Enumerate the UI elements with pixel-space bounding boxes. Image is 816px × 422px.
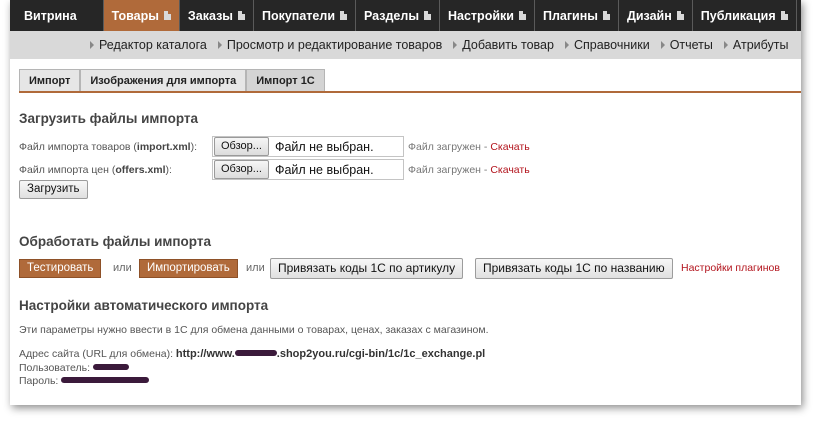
page-icon bbox=[602, 11, 610, 20]
app-window: Витрина Товары Заказы Покупатели Разделы Наст… bbox=[10, 0, 801, 405]
goods-status-text: Файл загружен - bbox=[408, 141, 491, 153]
topnav-item-6[interactable]: Плагины bbox=[535, 0, 619, 31]
subnav-item-0[interactable]: Редактор каталога bbox=[90, 38, 207, 52]
topnav-label: Дизайн bbox=[626, 8, 672, 23]
redacted-subdomain bbox=[234, 350, 277, 357]
subnav-item-3[interactable]: Справочники bbox=[564, 38, 650, 52]
goods-label-prefix: Файл импорта товаров ( bbox=[19, 141, 137, 153]
arrow-right-icon bbox=[90, 41, 94, 49]
goods-file-status-text: Файл не выбран. bbox=[274, 139, 374, 154]
exchange-url-line: Адрес сайта (URL для обмена): http://www… bbox=[19, 348, 485, 360]
page-icon bbox=[237, 11, 245, 20]
subnav-item-2[interactable]: Добавить товар bbox=[453, 38, 554, 52]
topnav-item-4[interactable]: Разделы bbox=[356, 0, 440, 31]
page-icon bbox=[676, 11, 684, 20]
prices-download-link[interactable]: Скачать bbox=[490, 164, 529, 176]
page-icon bbox=[424, 11, 431, 20]
topnav-item-7[interactable]: Дизайн bbox=[619, 0, 693, 31]
arrow-right-icon bbox=[217, 41, 222, 49]
topnav-item-8[interactable]: Публикация bbox=[693, 0, 797, 31]
topnav-label: Плагины bbox=[542, 8, 598, 23]
exchange-url: http://www. .shop2you.ru/cgi-bin/1c/1c_ex… bbox=[176, 348, 485, 360]
topnav-label: Товары bbox=[111, 8, 159, 23]
page-icon bbox=[780, 11, 788, 20]
tab-1[interactable]: Изображения для импорта bbox=[80, 69, 247, 92]
tab-2[interactable]: Импорт 1С bbox=[246, 69, 325, 92]
subnav-label: Редактор каталога bbox=[99, 38, 207, 52]
password-line: Пароль: bbox=[19, 375, 150, 387]
prices-file-status: Файл загружен - Скачать bbox=[408, 164, 530, 176]
user-line: Пользователь: bbox=[19, 362, 129, 374]
bind-by-name-button[interactable]: Привязать коды 1С по названию bbox=[475, 258, 673, 279]
prices-status-text: Файл загружен - bbox=[408, 164, 491, 176]
goods-file-status: Файл загружен - Скачать bbox=[408, 141, 530, 153]
bind-by-article-button[interactable]: Привязать коды 1С по артикулу bbox=[270, 258, 464, 279]
auto-description: Эти параметры нужно ввести в 1С для обме… bbox=[19, 324, 489, 336]
subnav-label: Справочники bbox=[573, 38, 650, 52]
prices-label-file: offers.xml bbox=[115, 164, 166, 176]
redacted-password bbox=[61, 377, 150, 384]
topnav-item-3[interactable]: Покупатели bbox=[254, 0, 356, 31]
auto-section-title: Настройки автоматического импорта bbox=[19, 298, 269, 313]
url-suffix: .shop2you.ru/cgi-bin/1c/1c_exchange.pl bbox=[276, 348, 486, 360]
prices-label-prefix: Файл импорта цен ( bbox=[19, 164, 116, 176]
arrow-right-icon bbox=[453, 41, 458, 49]
redacted-user bbox=[92, 364, 129, 371]
upload-section-title: Загрузить файлы импорта bbox=[19, 111, 199, 126]
test-button[interactable]: Тестировать bbox=[19, 259, 102, 278]
prices-file-label: Файл импорта цен (offers.xml): bbox=[19, 164, 172, 176]
topnav-label: Заказы bbox=[187, 8, 233, 23]
prices-file-input[interactable]: Обзор... Файл не выбран. bbox=[212, 159, 404, 180]
topnav-label: Покупатели bbox=[261, 8, 335, 23]
goods-browse-button[interactable]: Обзор... bbox=[214, 137, 269, 156]
prices-browse-button[interactable]: Обзор... bbox=[214, 160, 269, 179]
topnav-item-1[interactable]: Товары bbox=[103, 0, 180, 31]
upload-button[interactable]: Загрузить bbox=[19, 180, 88, 199]
tab-underline bbox=[19, 91, 801, 93]
goods-download-link[interactable]: Скачать bbox=[490, 141, 529, 153]
subnav-label: Атрибуты bbox=[732, 38, 789, 52]
import-button[interactable]: Импортировать bbox=[139, 259, 238, 278]
topnav-item-0[interactable]: Витрина bbox=[10, 0, 104, 31]
topnav-item-2[interactable]: Заказы bbox=[180, 0, 254, 31]
site-label: Адрес сайта (URL для обмена): bbox=[19, 348, 176, 360]
url-prefix: http://www. bbox=[175, 348, 235, 360]
topnav-item-9[interactable]: Польз bbox=[797, 0, 801, 31]
subnav-item-1[interactable]: Просмотр и редактирование товаров bbox=[217, 38, 443, 52]
subnav-item-4[interactable]: Отчеты bbox=[660, 38, 713, 52]
subnav-label: Отчеты bbox=[669, 38, 713, 52]
tab-0[interactable]: Импорт bbox=[19, 69, 81, 92]
subnav-item-5[interactable]: Атрибуты bbox=[723, 38, 789, 52]
sub-navigation: Редактор каталога Просмотр и редактирован… bbox=[10, 31, 801, 59]
page-icon bbox=[518, 11, 526, 20]
goods-file-input[interactable]: Обзор... Файл не выбран. bbox=[212, 136, 404, 157]
or-text-2: или bbox=[246, 262, 265, 274]
prices-file-status-text: Файл не выбран. bbox=[274, 162, 374, 177]
goods-file-label: Файл импорта товаров (import.xml): bbox=[19, 141, 197, 153]
plugin-settings-link[interactable]: Настройки плагинов bbox=[681, 262, 780, 274]
prices-label-suffix: ): bbox=[165, 164, 172, 176]
top-navigation: Витрина Товары Заказы Покупатели Разделы Наст… bbox=[10, 0, 801, 31]
process-section-title: Обработать файлы импорта bbox=[19, 234, 211, 249]
arrow-right-icon bbox=[564, 41, 569, 49]
subnav-label: Просмотр и редактирование товаров bbox=[226, 38, 443, 52]
arrow-right-icon bbox=[723, 41, 728, 49]
page-icon bbox=[163, 11, 171, 20]
user-label: Пользователь: bbox=[19, 362, 93, 374]
arrow-right-icon bbox=[660, 41, 665, 49]
subnav-label: Добавить товар bbox=[462, 38, 554, 52]
password-label: Пароль: bbox=[19, 375, 62, 387]
topnav-label: Витрина bbox=[24, 8, 77, 23]
topnav-label: Публикация bbox=[700, 8, 776, 23]
page-icon bbox=[340, 11, 347, 20]
or-text-1: или bbox=[113, 262, 132, 274]
goods-label-suffix: ): bbox=[190, 141, 198, 153]
topnav-label: Настройки bbox=[448, 8, 514, 23]
import-tabs: Импорт Изображения для импорта Импорт 1С bbox=[19, 69, 325, 92]
goods-label-file: import.xml bbox=[136, 141, 191, 153]
topnav-label: Разделы bbox=[364, 8, 419, 23]
topnav-item-5[interactable]: Настройки bbox=[440, 0, 535, 31]
